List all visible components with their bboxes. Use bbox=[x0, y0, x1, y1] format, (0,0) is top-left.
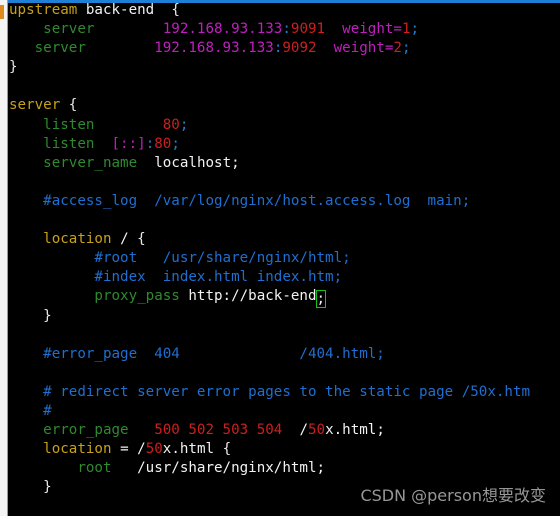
token-comment-root: #root /usr/share/nginx/html; bbox=[94, 250, 351, 267]
token-50x-path-rest: x.html bbox=[162, 441, 215, 458]
code-line[interactable]: #root /usr/share/nginx/html; bbox=[9, 249, 560, 268]
code-line[interactable]: } bbox=[9, 307, 560, 326]
token-directive-listen: listen bbox=[43, 116, 95, 133]
token-comment-error-page-404: #error_page 404 /404.html; bbox=[43, 345, 385, 362]
code-line[interactable]: #access_log /var/log/nginx/host.access.l… bbox=[9, 192, 560, 211]
code-line[interactable]: listen [::]:80; bbox=[9, 135, 560, 154]
token-colon: : bbox=[282, 21, 291, 38]
token-directive-listen: listen bbox=[43, 135, 95, 152]
token-semicolon: ; bbox=[179, 116, 189, 133]
code-line-blank[interactable] bbox=[9, 77, 560, 96]
code-line[interactable]: } bbox=[9, 58, 560, 77]
code-line[interactable]: listen 80; bbox=[9, 116, 560, 135]
code-line-blank[interactable] bbox=[9, 173, 560, 192]
token-close-brace: } bbox=[9, 59, 18, 76]
token-ipv6-any: [::] bbox=[111, 135, 146, 152]
code-line[interactable]: proxy_pass http://back-end; bbox=[9, 287, 560, 309]
token-keyword-location: location bbox=[43, 231, 112, 248]
code-line[interactable]: root /usr/share/nginx/html; bbox=[9, 459, 560, 478]
token-proxy-pass-value: http://back-end bbox=[188, 288, 317, 305]
token-port: 80 bbox=[154, 135, 172, 152]
token-slash: / bbox=[137, 441, 146, 458]
token-upstream-name: back-end bbox=[85, 3, 155, 18]
token-comment-index: #index index.html index.htm; bbox=[94, 269, 343, 286]
token-colon: : bbox=[145, 135, 155, 152]
code-line[interactable]: # bbox=[9, 402, 560, 421]
token-open-brace: { bbox=[137, 231, 146, 248]
token-close-brace: } bbox=[43, 479, 52, 496]
token-server-name-value: localhost; bbox=[154, 154, 240, 171]
gutter-change-marker bbox=[0, 5, 4, 19]
token-equals: = bbox=[120, 441, 129, 458]
code-line[interactable]: server 192.168.93.133:9092 weight=2; bbox=[9, 39, 560, 58]
token-comment-empty: # bbox=[43, 402, 52, 419]
token-port: 9091 bbox=[290, 21, 326, 38]
token-50x-path-rest: x.html; bbox=[325, 422, 385, 439]
token-open-brace: { bbox=[68, 97, 78, 114]
text-cursor[interactable]: ; bbox=[315, 290, 327, 309]
token-weight-value: 2 bbox=[393, 40, 402, 57]
code-line[interactable]: } bbox=[9, 478, 560, 497]
token-param-weight: weight= bbox=[342, 21, 402, 38]
token-directive-server: server bbox=[34, 40, 86, 57]
code-line[interactable]: upstream back-end { bbox=[9, 3, 560, 20]
code-line[interactable]: #error_page 404 /404.html; bbox=[9, 345, 560, 364]
token-port: 80 bbox=[162, 116, 180, 133]
token-comment-access-log: #access_log /var/log/nginx/host.access.l… bbox=[43, 192, 471, 209]
code-block[interactable]: upstream back-end { server 192.168.93.13… bbox=[9, 3, 560, 497]
token-directive-server-name: server_name bbox=[43, 154, 138, 171]
token-close-brace: } bbox=[43, 307, 52, 324]
token-directive-server: server bbox=[43, 21, 95, 38]
token-slash: / bbox=[299, 422, 308, 439]
token-open-brace: { bbox=[171, 3, 180, 18]
code-line[interactable]: server { bbox=[9, 96, 560, 115]
code-line[interactable]: location = /50x.html { bbox=[9, 440, 560, 459]
code-line-blank[interactable] bbox=[9, 326, 560, 345]
token-keyword-upstream: upstream bbox=[9, 3, 78, 18]
editor-window: upstream back-end { server 192.168.93.13… bbox=[0, 0, 560, 516]
code-line[interactable]: location / { bbox=[9, 230, 560, 249]
token-root-value: /usr/share/nginx/html; bbox=[137, 460, 326, 477]
token-ip-address: 192.168.93.133 bbox=[162, 21, 283, 38]
token-50x-number: 50 bbox=[307, 422, 326, 439]
code-line[interactable]: #index index.html index.htm; bbox=[9, 268, 560, 287]
token-location-path: / bbox=[120, 231, 129, 248]
token-directive-proxy-pass: proxy_pass bbox=[94, 288, 180, 305]
page-gutter bbox=[0, 0, 8, 516]
token-port: 9092 bbox=[282, 40, 317, 57]
token-param-weight: weight= bbox=[333, 40, 394, 57]
token-ip-address: 192.168.93.133 bbox=[154, 40, 274, 57]
token-open-brace: { bbox=[222, 441, 232, 458]
token-semicolon: ; bbox=[171, 135, 180, 152]
code-line-blank[interactable] bbox=[9, 364, 560, 383]
code-line[interactable]: server_name localhost; bbox=[9, 154, 560, 173]
token-keyword-location: location bbox=[43, 441, 112, 458]
token-directive-error-page: error_page bbox=[43, 422, 129, 439]
code-line-blank[interactable] bbox=[9, 211, 560, 230]
code-editor-surface[interactable]: upstream back-end { server 192.168.93.13… bbox=[9, 3, 560, 516]
token-semicolon: ; bbox=[410, 21, 420, 38]
token-directive-root: root bbox=[77, 460, 112, 477]
code-line[interactable]: server 192.168.93.133:9091 weight=1; bbox=[9, 20, 560, 39]
token-50x-number: 50 bbox=[145, 441, 163, 458]
token-status-codes: 500 502 503 504 bbox=[154, 422, 283, 439]
code-line[interactable]: # redirect server error pages to the sta… bbox=[9, 383, 560, 402]
token-comment-redirect-note: # redirect server error pages to the sta… bbox=[43, 383, 531, 400]
token-weight-value: 1 bbox=[401, 21, 411, 38]
code-line[interactable]: error_page 500 502 503 504 /50x.html; bbox=[9, 421, 560, 440]
token-semicolon: ; bbox=[401, 40, 411, 57]
token-keyword-server: server bbox=[9, 97, 61, 114]
